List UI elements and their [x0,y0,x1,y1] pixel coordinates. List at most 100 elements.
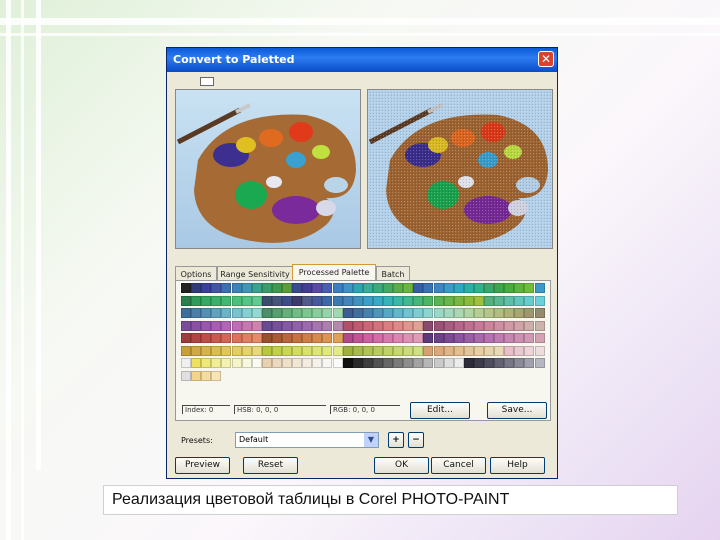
palette-swatch[interactable] [241,358,252,368]
palette-swatch[interactable] [393,358,404,368]
palette-swatch[interactable] [302,283,313,293]
edit-button[interactable]: Edit... [410,402,470,419]
palette-swatch[interactable] [413,345,424,356]
palette-swatch[interactable] [201,345,212,356]
palette-swatch[interactable] [514,358,525,368]
palette-swatch[interactable] [494,283,505,293]
palette-swatch[interactable] [241,283,252,293]
palette-swatch[interactable] [504,320,515,331]
palette-swatch[interactable] [201,308,212,318]
palette-swatch[interactable] [332,283,343,293]
palette-swatch[interactable] [261,358,272,368]
palette-swatch[interactable] [231,283,242,293]
palette-swatch[interactable] [211,283,222,293]
palette-swatch[interactable] [352,283,363,293]
palette-swatch[interactable] [332,295,343,306]
palette-swatch[interactable] [514,320,525,331]
palette-swatch[interactable] [433,345,444,356]
palette-swatch[interactable] [463,333,474,343]
dialog-titlebar[interactable]: Convert to Paletted ✕ [167,48,557,72]
palette-swatch[interactable] [292,333,303,343]
palette-swatch[interactable] [342,295,353,306]
palette-swatch[interactable] [352,320,363,331]
palette-swatch[interactable] [181,370,191,381]
palette-swatch[interactable] [241,295,252,306]
tab-range-sensitivity[interactable]: Range Sensitivity [217,266,293,281]
palette-swatch[interactable] [261,345,272,356]
palette-swatch[interactable] [372,320,383,331]
palette-swatch[interactable] [342,358,353,368]
palette-swatch[interactable] [463,345,474,356]
palette-swatch[interactable] [423,283,434,293]
palette-swatch[interactable] [463,283,474,293]
palette-swatch[interactable] [433,283,444,293]
palette-swatch[interactable] [524,295,535,306]
palette-swatch[interactable] [524,320,535,331]
palette-swatch[interactable] [221,295,232,306]
palette-swatch[interactable] [271,295,282,306]
palette-swatch[interactable] [413,283,424,293]
palette-swatch[interactable] [484,283,494,293]
palette-swatch[interactable] [261,295,272,306]
palette-swatch[interactable] [484,320,494,331]
palette-swatch[interactable] [383,308,393,318]
palette-swatch[interactable] [241,333,252,343]
palette-swatch[interactable] [241,308,252,318]
palette-swatch[interactable] [443,295,454,306]
palette-swatch[interactable] [413,333,424,343]
cancel-button[interactable]: Cancel [431,457,486,474]
palette-swatch[interactable] [181,345,191,356]
palette-swatch[interactable] [181,295,191,306]
palette-swatch[interactable] [453,345,464,356]
help-button[interactable]: Help [490,457,545,474]
palette-swatch[interactable] [191,358,202,368]
palette-swatch[interactable] [534,333,545,343]
palette-swatch[interactable] [282,308,292,318]
palette-swatch[interactable] [534,358,545,368]
palette-swatch[interactable] [383,283,393,293]
palette-swatch[interactable] [383,345,393,356]
palette-swatch[interactable] [251,345,262,356]
palette-swatch[interactable] [393,333,404,343]
palette-swatch[interactable] [180,282,192,294]
palette-swatch[interactable] [504,333,515,343]
palette-swatch[interactable] [201,333,212,343]
palette-swatch[interactable] [504,283,515,293]
palette-swatch[interactable] [221,320,232,331]
palette-swatch[interactable] [473,283,484,293]
palette-swatch[interactable] [433,333,444,343]
palette-swatch[interactable] [514,295,525,306]
palette-swatch[interactable] [211,308,222,318]
palette-swatch[interactable] [494,308,505,318]
palette-swatch[interactable] [211,295,222,306]
palette-swatch[interactable] [231,320,242,331]
palette-swatch[interactable] [494,320,505,331]
palette-swatch[interactable] [413,295,424,306]
palette-swatch[interactable] [302,295,313,306]
palette-swatch[interactable] [504,358,515,368]
palette-swatch[interactable] [534,308,545,318]
palette-swatch[interactable] [383,320,393,331]
palette-swatch[interactable] [261,308,272,318]
chevron-down-icon[interactable]: ▼ [364,433,378,447]
palette-swatch[interactable] [282,345,292,356]
palette-swatch[interactable] [393,283,404,293]
palette-swatch[interactable] [473,320,484,331]
palette-swatch[interactable] [231,333,242,343]
preview-toggle-icon[interactable] [200,77,214,86]
palette-swatch[interactable] [302,308,313,318]
palette-swatch[interactable] [433,295,444,306]
palette-swatch[interactable] [463,295,474,306]
palette-swatch[interactable] [332,358,343,368]
palette-swatch[interactable] [362,333,373,343]
palette-swatch[interactable] [191,320,202,331]
palette-swatch[interactable] [494,333,505,343]
palette-swatch[interactable] [221,283,232,293]
palette-swatch[interactable] [191,283,202,293]
palette-swatch[interactable] [484,333,494,343]
palette-swatch[interactable] [534,283,545,293]
tab-options[interactable]: Options [175,266,217,281]
palette-swatch[interactable] [211,358,222,368]
palette-swatch[interactable] [383,358,393,368]
palette-swatch[interactable] [393,308,404,318]
